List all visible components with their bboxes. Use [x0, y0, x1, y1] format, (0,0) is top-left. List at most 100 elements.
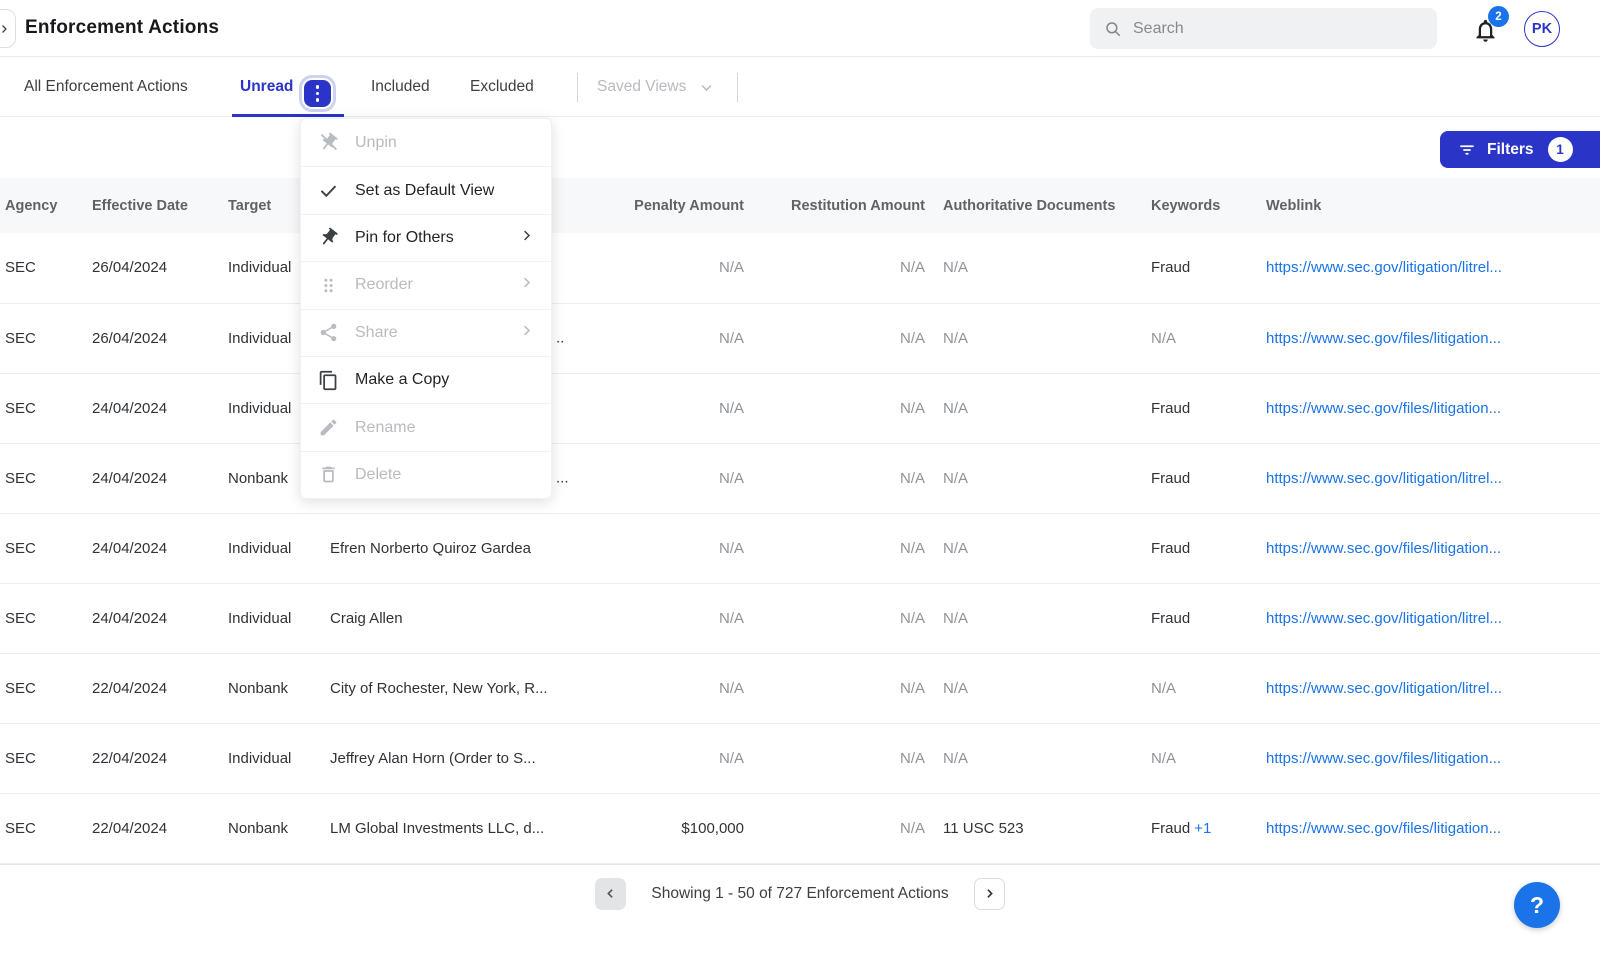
table-row[interactable]: SEC 22/04/2024 Nonbank City of Rochester… [0, 653, 1600, 723]
weblink-link[interactable]: https://www.sec.gov/litigation/litrel... [1266, 470, 1502, 487]
cell-agency: SEC [0, 583, 90, 653]
chevron-left-icon [604, 887, 617, 900]
chevron-right-icon [983, 887, 996, 900]
cell-penalty-amount: N/A [600, 653, 748, 723]
cell-weblink: https://www.sec.gov/litigation/litrel... [1262, 653, 1600, 723]
target-name-overflow: .. [556, 330, 564, 347]
cell-agency: SEC [0, 443, 90, 513]
table-row[interactable]: SEC 24/04/2024 Individual N/A N/A N/A Fr… [0, 373, 1600, 443]
cell-effective-date: 22/04/2024 [90, 723, 226, 793]
filters-button[interactable]: Filters 1 [1440, 131, 1600, 168]
search-box[interactable] [1090, 8, 1437, 49]
cell-restitution-amount: N/A [748, 653, 929, 723]
column-header-restitution-amount: Restitution Amount [748, 178, 929, 233]
weblink-link[interactable]: https://www.sec.gov/litigation/litrel... [1266, 680, 1502, 697]
enforcement-actions-table: Agency Effective Date Target Penalty Amo… [0, 178, 1600, 864]
column-header-keywords: Keywords [1147, 178, 1262, 233]
cell-weblink: https://www.sec.gov/litigation/litrel... [1262, 583, 1600, 653]
notifications-button[interactable]: 2 [1468, 12, 1506, 50]
menu-item-pin-for-others[interactable]: Pin for Others [301, 214, 551, 261]
view-tab-bar: All Enforcement Actions Unread Included … [0, 57, 1600, 117]
table-row[interactable]: SEC 26/04/2024 Individual .. N/A N/A N/A… [0, 303, 1600, 373]
previous-page-button[interactable] [595, 878, 626, 910]
menu-item-label: Share [355, 324, 398, 342]
help-button[interactable]: ? [1514, 882, 1560, 928]
cell-penalty-amount: N/A [600, 443, 748, 513]
table-row[interactable]: SEC 24/04/2024 Individual Efren Norberto… [0, 513, 1600, 583]
target-name: City of Rochester, New York, R... [330, 680, 548, 697]
table-row[interactable]: SEC 24/04/2024 Individual Craig Allen N/… [0, 583, 1600, 653]
tab-divider [737, 73, 738, 102]
cell-authoritative-documents: N/A [929, 303, 1147, 373]
cell-agency: SEC [0, 513, 90, 583]
keyword-label: Fraud [1151, 259, 1190, 276]
table-row[interactable]: SEC 22/04/2024 Nonbank LM Global Investm… [0, 793, 1600, 863]
avatar[interactable]: PK [1524, 11, 1560, 47]
search-input[interactable] [1133, 20, 1423, 38]
cell-authoritative-documents: 11 USC 523 [929, 793, 1147, 863]
cell-penalty-amount: N/A [600, 723, 748, 793]
keyword-label: Fraud [1151, 400, 1190, 417]
next-page-button[interactable] [974, 878, 1005, 910]
cell-authoritative-documents: N/A [929, 443, 1147, 513]
weblink-link[interactable]: https://www.sec.gov/files/litigation... [1266, 750, 1501, 767]
weblink-link[interactable]: https://www.sec.gov/files/litigation... [1266, 330, 1501, 347]
keyword-label: Fraud [1151, 470, 1190, 487]
weblink-link[interactable]: https://www.sec.gov/litigation/litrel... [1266, 259, 1502, 276]
weblink-link[interactable]: https://www.sec.gov/litigation/litrel... [1266, 610, 1502, 627]
cell-restitution-amount: N/A [748, 233, 929, 303]
chevron-right-icon [0, 23, 10, 35]
cell-name: Efren Norberto Quiroz Gardea [330, 513, 600, 583]
weblink-link[interactable]: https://www.sec.gov/files/litigation... [1266, 540, 1501, 557]
cell-agency: SEC [0, 653, 90, 723]
keyword-label: Fraud [1151, 540, 1190, 557]
tab-unread[interactable]: Unread [240, 57, 293, 117]
cell-restitution-amount: N/A [748, 443, 929, 513]
cell-weblink: https://www.sec.gov/files/litigation... [1262, 513, 1600, 583]
table-row[interactable]: SEC 22/04/2024 Individual Jeffrey Alan H… [0, 723, 1600, 793]
tab-excluded[interactable]: Excluded [470, 57, 534, 117]
pagination-bar: Showing 1 - 50 of 727 Enforcement Action… [0, 864, 1600, 959]
cell-name: LM Global Investments LLC, d... [330, 793, 600, 863]
saved-views-dropdown[interactable]: Saved Views [597, 57, 714, 117]
search-icon [1104, 20, 1122, 38]
menu-item-unpin: Unpin [301, 119, 551, 166]
notification-count-badge: 2 [1488, 6, 1509, 27]
cell-effective-date: 22/04/2024 [90, 793, 226, 863]
table-row[interactable]: SEC 24/04/2024 Nonbank ... N/A N/A N/A F… [0, 443, 1600, 513]
table-row[interactable]: SEC 26/04/2024 Individual N/A N/A N/A Fr… [0, 233, 1600, 303]
menu-item-set-as-default-view[interactable]: Set as Default View [301, 166, 551, 213]
menu-item-label: Rename [355, 419, 415, 437]
cell-effective-date: 24/04/2024 [90, 583, 226, 653]
unpin-icon [318, 132, 339, 153]
cell-target: Individual [226, 723, 330, 793]
cell-restitution-amount: N/A [748, 583, 929, 653]
cell-restitution-amount: N/A [748, 723, 929, 793]
cell-effective-date: 22/04/2024 [90, 653, 226, 723]
cell-weblink: https://www.sec.gov/files/litigation... [1262, 793, 1600, 863]
cell-name: Craig Allen [330, 583, 600, 653]
view-options-menu: Unpin Set as Default View Pin for Others… [300, 118, 552, 499]
keyword-more-badge[interactable]: +1 [1194, 820, 1211, 837]
weblink-link[interactable]: https://www.sec.gov/files/litigation... [1266, 820, 1501, 837]
menu-item-label: Set as Default View [355, 182, 494, 200]
cell-keywords: Fraud [1147, 583, 1262, 653]
sidebar-expand-button[interactable] [0, 9, 16, 48]
menu-item-make-a-copy[interactable]: Make a Copy [301, 356, 551, 403]
keyword-label: Fraud [1151, 610, 1190, 627]
table-body: SEC 26/04/2024 Individual N/A N/A N/A Fr… [0, 233, 1600, 863]
cell-agency: SEC [0, 373, 90, 443]
cell-target: Nonbank [226, 653, 330, 723]
menu-item-label: Unpin [355, 134, 397, 152]
cell-penalty-amount: N/A [600, 583, 748, 653]
cell-target: Individual [226, 513, 330, 583]
tab-all-enforcement-actions[interactable]: All Enforcement Actions [24, 57, 188, 117]
cell-name: City of Rochester, New York, R... [330, 653, 600, 723]
weblink-link[interactable]: https://www.sec.gov/files/litigation... [1266, 400, 1501, 417]
unread-tab-options-button[interactable] [304, 80, 331, 107]
column-header-weblink: Weblink [1262, 178, 1600, 233]
tab-included[interactable]: Included [371, 57, 430, 117]
cell-weblink: https://www.sec.gov/files/litigation... [1262, 303, 1600, 373]
filter-row: Filters 1 [0, 117, 1600, 178]
submenu-chevron-right-icon [519, 275, 534, 295]
